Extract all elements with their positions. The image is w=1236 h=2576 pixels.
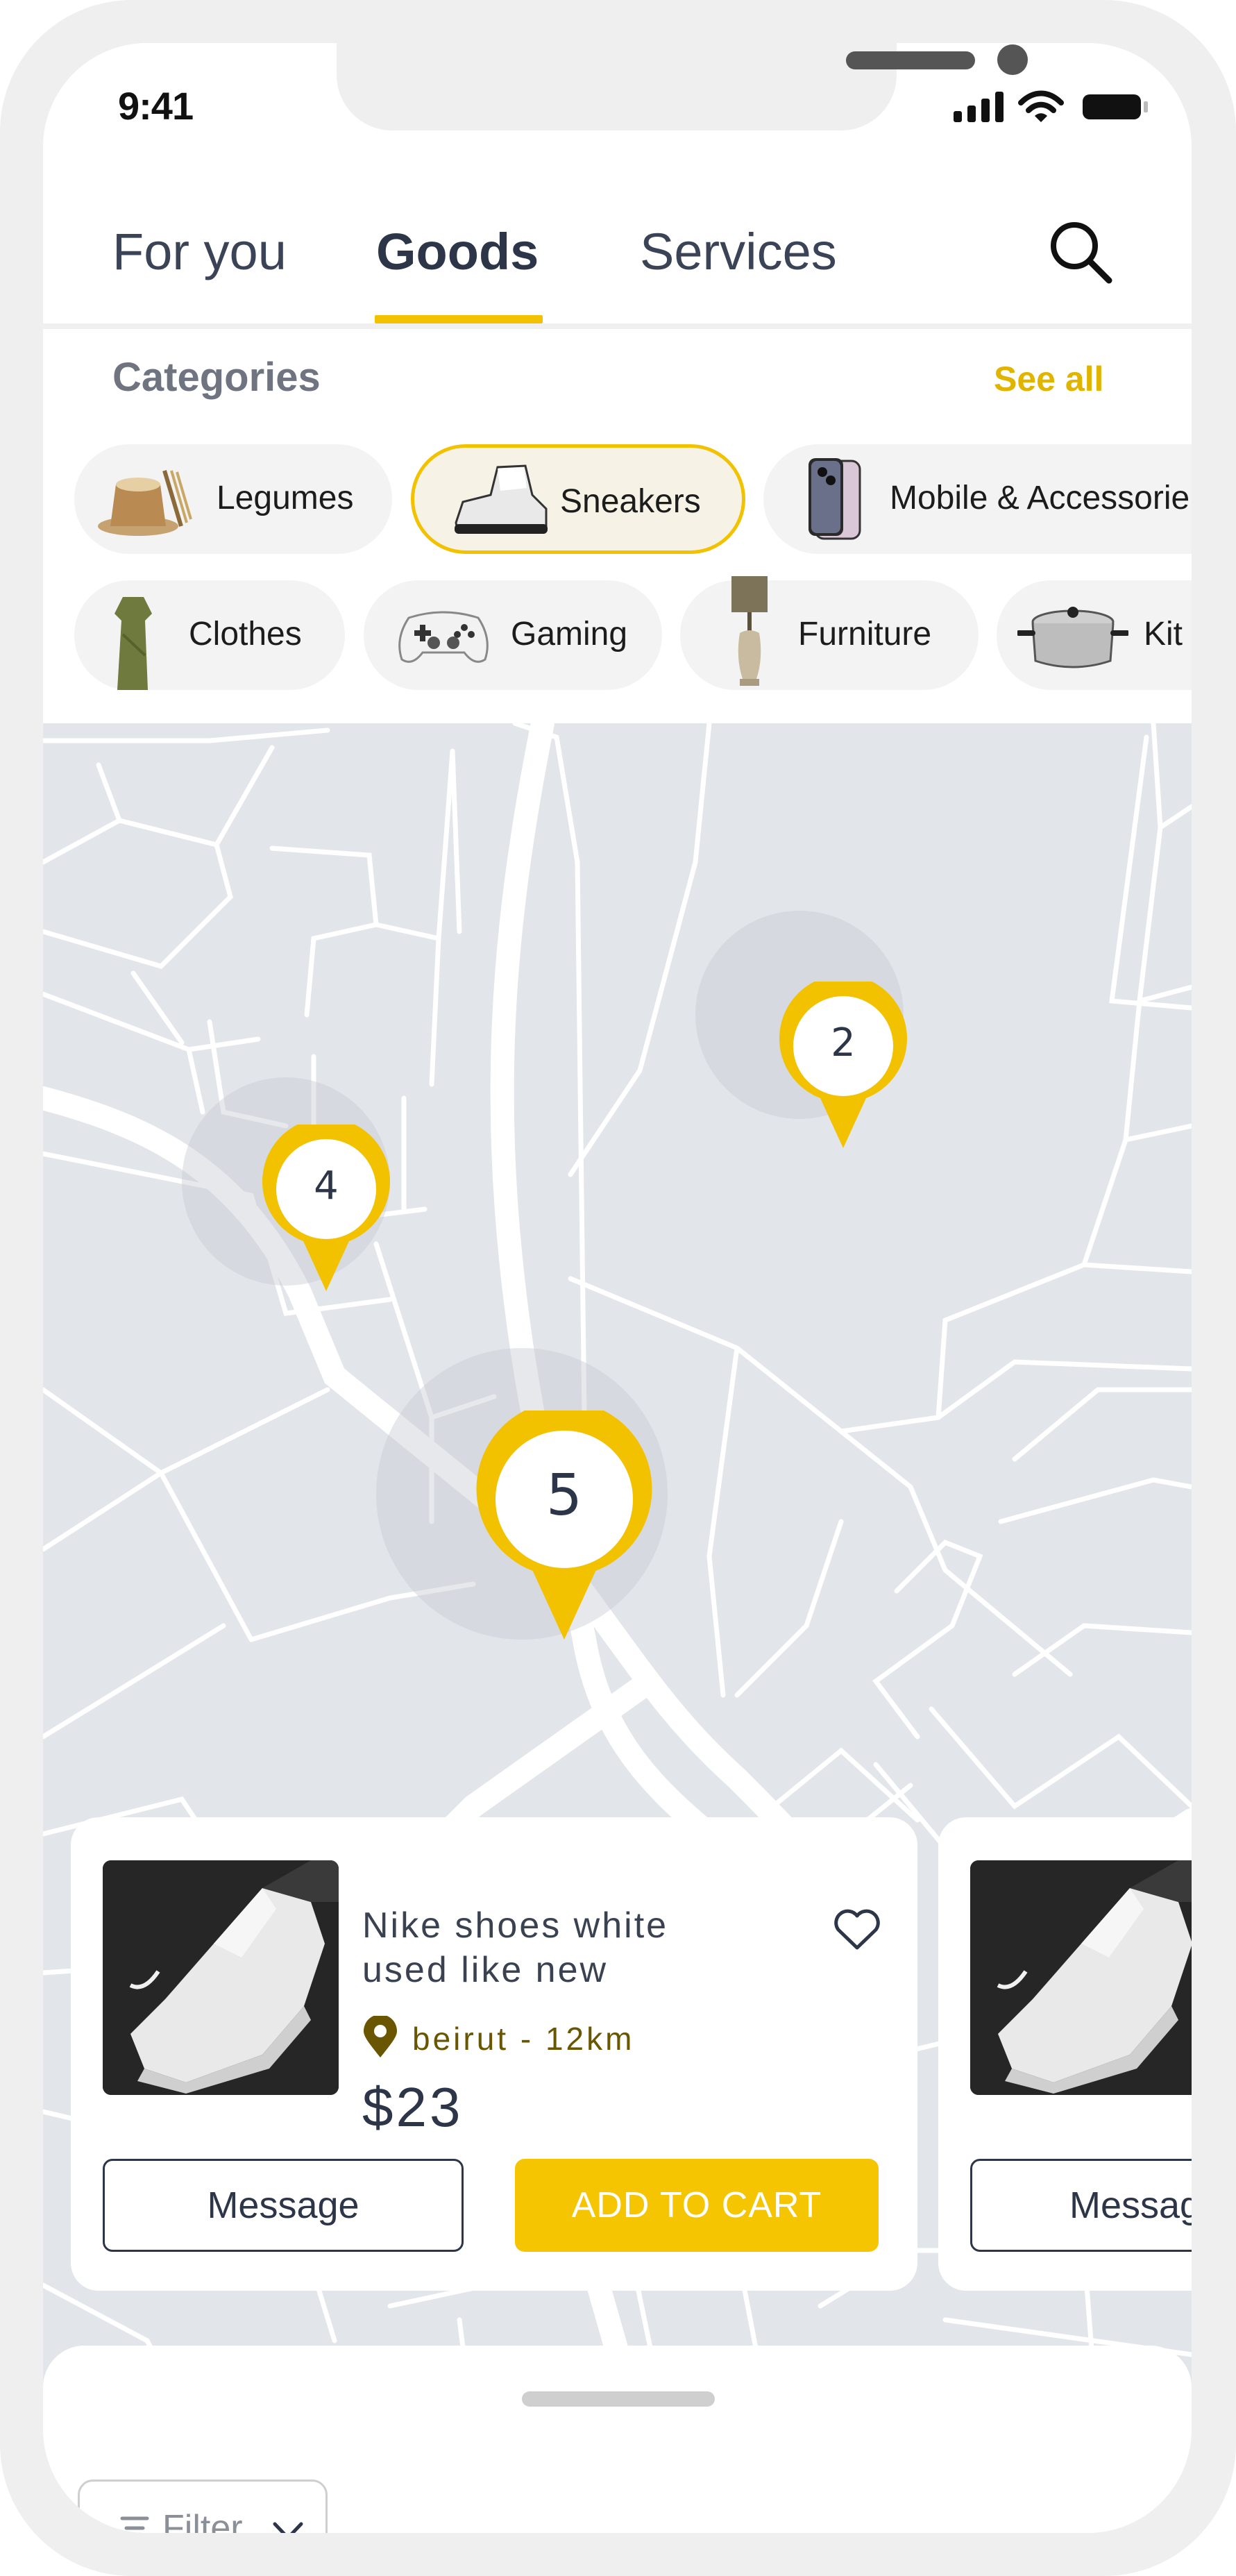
cluster-count: 2: [831, 1020, 856, 1066]
front-camera: [997, 44, 1028, 75]
product-image[interactable]: [103, 1860, 339, 2095]
chip-label: Legumes: [217, 480, 354, 516]
chip-label: Mobile & Accessorie: [890, 480, 1190, 516]
active-tab-indicator: [375, 315, 543, 323]
category-chip-clothes[interactable]: Clothes: [74, 580, 345, 690]
message-button[interactable]: Message: [103, 2159, 464, 2252]
see-all-link[interactable]: See all: [994, 359, 1103, 399]
product-image[interactable]: [970, 1860, 1192, 2095]
speaker: [846, 51, 975, 69]
category-chip-mobile-accessories[interactable]: Mobile & Accessorie: [763, 444, 1192, 554]
sneaker-photo: [970, 1860, 1192, 2095]
chip-label: Sneakers: [560, 483, 701, 520]
notch: [337, 43, 1028, 131]
wifi-icon: [1018, 90, 1064, 122]
filter-icon: [120, 2516, 149, 2530]
legumes-image: [98, 470, 192, 536]
heart-icon[interactable]: [833, 1908, 881, 1952]
sneaker-photo: [103, 1860, 339, 2095]
phone-frame: 9:41 For you Goods Services Categories S…: [0, 0, 1236, 2576]
chip-label: Clothes: [189, 616, 302, 653]
chevron-down-icon: [273, 2522, 303, 2533]
chip-label: Gaming: [511, 616, 628, 653]
chip-label: Furniture: [798, 616, 932, 653]
dress-image: [115, 597, 152, 690]
lamp-image: [731, 576, 768, 686]
mobile-image: [809, 458, 861, 540]
sneakers-image: [455, 464, 548, 534]
add-to-cart-button[interactable]: ADD TO CART: [515, 2159, 879, 2252]
gamepad-image: [398, 611, 489, 663]
message-button[interactable]: Messag: [970, 2159, 1192, 2252]
tab-services[interactable]: Services: [640, 222, 837, 281]
categories-title: Categories: [112, 355, 321, 400]
cluster-count: 4: [314, 1163, 339, 1209]
status-time: 9:41: [118, 84, 194, 128]
pot-image: [1017, 607, 1128, 668]
category-chip-kitchen[interactable]: Kit: [997, 580, 1192, 690]
sheet-handle[interactable]: [522, 2391, 715, 2407]
tabs-divider: [43, 323, 1192, 329]
category-chip-gaming[interactable]: Gaming: [364, 580, 662, 690]
category-chip-sneakers[interactable]: Sneakers: [411, 444, 745, 554]
category-chip-legumes[interactable]: Legumes: [74, 444, 392, 554]
battery-icon: [1083, 94, 1148, 119]
product-title[interactable]: Nike shoes white used like new: [362, 1903, 751, 1992]
tab-for-you[interactable]: For you: [112, 222, 287, 281]
product-price: $23: [362, 2076, 464, 2138]
search-icon[interactable]: [1048, 219, 1115, 286]
cluster-count: 5: [545, 1463, 583, 1529]
chip-label: Kit: [1144, 616, 1183, 653]
phone-screen: 9:41 For you Goods Services Categories S…: [43, 43, 1192, 2533]
filter-label: Filter: [162, 2508, 243, 2533]
tab-goods[interactable]: Goods: [376, 222, 539, 281]
signal-icon: [954, 92, 1004, 122]
location-pin-icon: [364, 2016, 397, 2057]
category-chip-furniture[interactable]: Furniture: [680, 576, 979, 690]
product-location: beirut - 12km: [412, 2021, 635, 2057]
